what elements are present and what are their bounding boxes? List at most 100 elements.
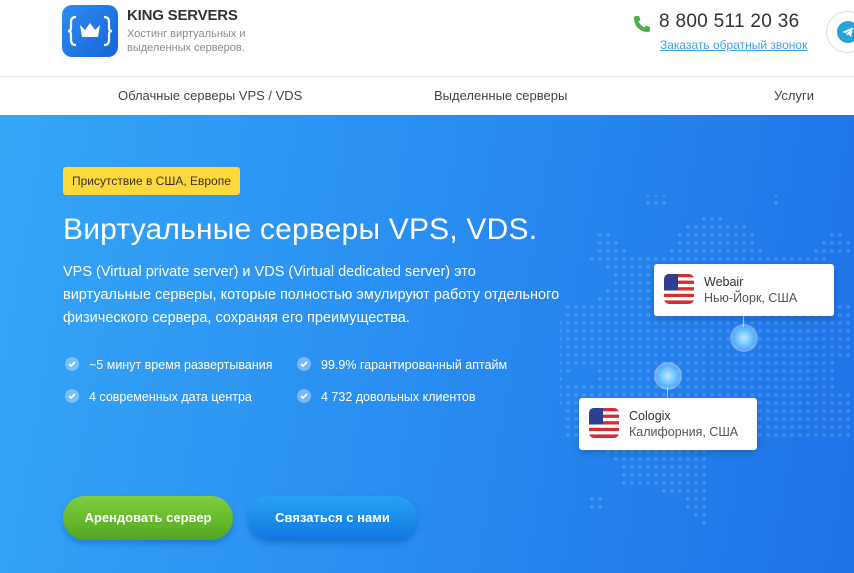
map-dot <box>797 320 803 326</box>
map-dot <box>797 408 803 414</box>
map-dot <box>629 392 635 398</box>
map-dot <box>789 400 795 406</box>
map-dot <box>813 360 819 366</box>
map-dot <box>645 360 651 366</box>
nav-item-dedicated[interactable]: Выделенные серверы <box>434 88 567 103</box>
map-dot <box>621 312 627 318</box>
map-dot <box>781 368 787 374</box>
map-dot <box>621 304 627 310</box>
map-dot <box>613 264 619 270</box>
map-dot <box>621 456 627 462</box>
map-dot <box>773 195 779 198</box>
map-dot <box>749 352 755 358</box>
rent-server-button[interactable]: Арендовать сервер <box>63 496 233 540</box>
map-dot <box>709 224 715 230</box>
map-dot <box>821 384 827 390</box>
map-dot <box>693 504 699 510</box>
nav-item-services[interactable]: Услуги <box>774 88 814 103</box>
map-dot <box>829 344 835 350</box>
map-dot <box>605 296 611 302</box>
map-dot <box>773 200 779 206</box>
map-dot <box>725 352 731 358</box>
map-dot <box>605 232 611 238</box>
map-dot <box>637 296 643 302</box>
map-dot <box>685 224 691 230</box>
map-dot <box>765 368 771 374</box>
map-dot <box>605 336 611 342</box>
location-place: Калифорния, США <box>629 425 739 439</box>
map-dot <box>669 456 675 462</box>
map-dot <box>733 360 739 366</box>
map-dot <box>637 336 643 342</box>
map-dot <box>560 400 563 406</box>
map-dot <box>605 288 611 294</box>
map-dot <box>629 352 635 358</box>
map-dot <box>613 280 619 286</box>
callback-link[interactable]: Заказать обратный звонок <box>660 38 807 52</box>
map-dot <box>693 392 699 398</box>
map-dot <box>629 456 635 462</box>
map-dot <box>560 344 563 350</box>
map-dot <box>717 368 723 374</box>
map-dot <box>565 424 571 430</box>
map-dot <box>837 240 843 246</box>
map-dot <box>701 520 707 526</box>
map-dot <box>565 416 571 422</box>
map-dot <box>597 376 603 382</box>
map-dot <box>589 336 595 342</box>
contact-us-button[interactable]: Связаться с нами <box>248 496 417 540</box>
map-dot <box>709 232 715 238</box>
location-pin-webair[interactable] <box>733 327 755 349</box>
map-dot <box>749 232 755 238</box>
map-dot <box>685 344 691 350</box>
location-pin-cologix[interactable] <box>657 365 679 387</box>
map-dot <box>661 488 667 494</box>
map-dot <box>701 216 707 222</box>
map-dot <box>789 376 795 382</box>
map-dot <box>805 400 811 406</box>
map-dot <box>677 336 683 342</box>
location-card-cologix[interactable]: Cologix Калифорния, США <box>579 398 757 450</box>
location-card-webair[interactable]: Webair Нью-Йорк, США <box>654 264 834 316</box>
map-dot <box>613 344 619 350</box>
map-dot <box>781 256 787 262</box>
map-dot <box>637 288 643 294</box>
map-dot <box>701 368 707 374</box>
map-dot <box>605 352 611 358</box>
map-dot <box>773 320 779 326</box>
map-dot <box>741 384 747 390</box>
telegram-button[interactable] <box>826 11 854 53</box>
map-dot <box>565 408 571 414</box>
map-dot <box>621 280 627 286</box>
map-dot <box>661 456 667 462</box>
map-dot <box>597 256 603 262</box>
map-dot <box>765 432 771 438</box>
map-dot <box>565 312 571 318</box>
map-dot <box>677 344 683 350</box>
map-dot <box>613 384 619 390</box>
logo-crown-icon[interactable] <box>62 5 118 57</box>
map-dot <box>605 240 611 246</box>
phone-number[interactable]: 8 800 511 20 36 <box>659 11 799 33</box>
map-dot <box>629 376 635 382</box>
map-dot <box>560 368 563 374</box>
map-dot <box>645 392 651 398</box>
map-dot <box>613 312 619 318</box>
map-dot <box>813 352 819 358</box>
map-dot <box>829 360 835 366</box>
nav-item-vps[interactable]: Облачные серверы VPS / VDS <box>118 88 302 103</box>
map-dot <box>821 400 827 406</box>
map-dot <box>725 248 731 254</box>
map-dot <box>589 360 595 366</box>
map-dot <box>613 296 619 302</box>
map-dot <box>565 336 571 342</box>
map-dot <box>813 344 819 350</box>
map-dot <box>781 336 787 342</box>
map-dot <box>693 472 699 478</box>
map-dot <box>573 432 579 438</box>
map-dot <box>581 392 587 398</box>
map-dot <box>653 392 659 398</box>
map-dot <box>637 352 643 358</box>
map-dot <box>821 392 827 398</box>
map-dot <box>757 352 763 358</box>
